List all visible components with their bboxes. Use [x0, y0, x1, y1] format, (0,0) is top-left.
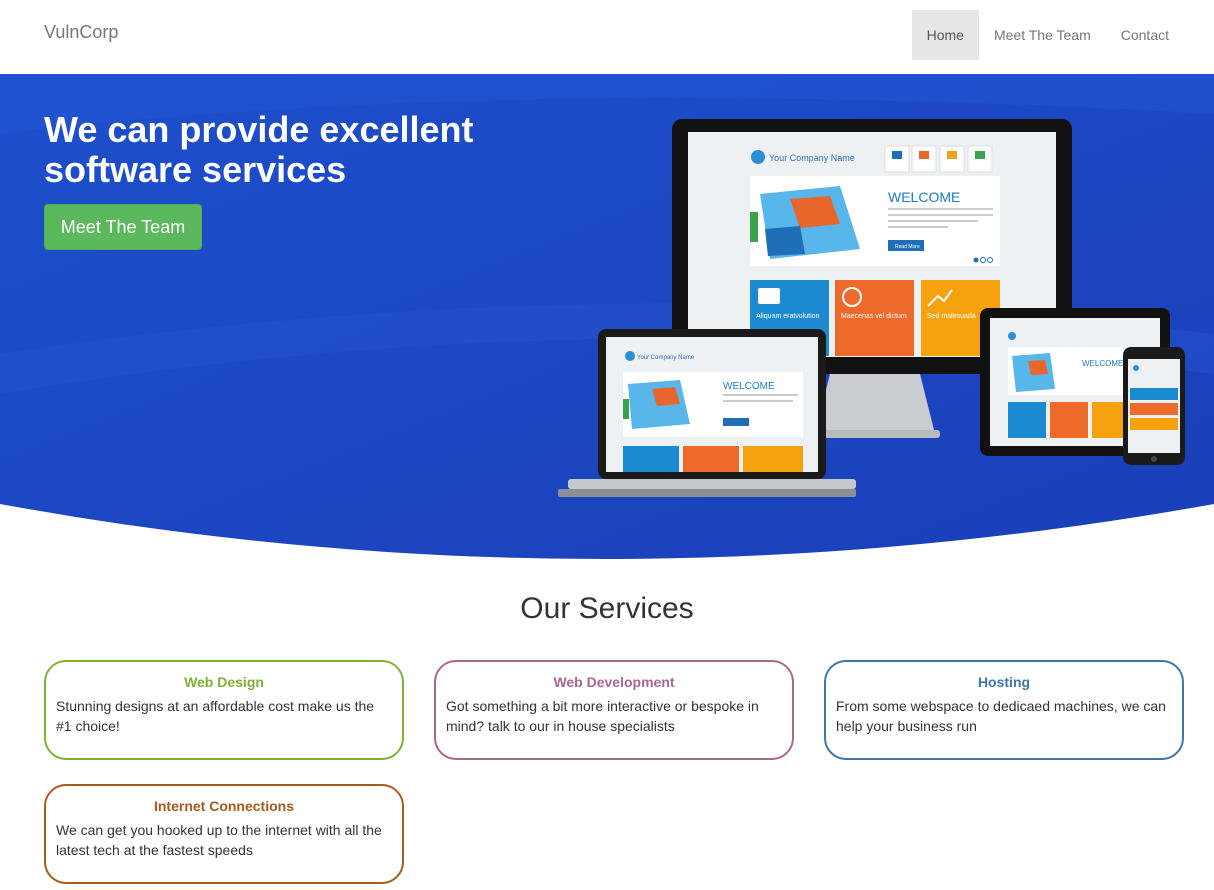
service-card-web-design: Web Design Stunning designs at an afford… [44, 660, 404, 760]
service-title: Web Design [184, 674, 264, 690]
service-card-web-development: Web Development Got something a bit more… [434, 660, 794, 760]
meet-the-team-button[interactable]: Meet The Team [44, 204, 202, 250]
nav-contact[interactable]: Contact [1106, 10, 1184, 60]
services-title: Our Services [520, 592, 694, 625]
company-name-laptop: Your Company Name [637, 355, 695, 361]
service-description: We can get you hooked up to the internet… [56, 822, 382, 858]
welcome-text-large: WELCOME [888, 189, 960, 205]
laptop: Your Company Name WELCOME [558, 329, 856, 497]
navbar: VulnCorp Home Meet The Team Contact [0, 0, 1214, 74]
service-card-hosting: Hosting From some webspace to dedicaed m… [824, 660, 1184, 760]
nav-home[interactable]: Home [911, 10, 979, 60]
devices-illustration: Your Company Name WELCOME Read More Aliq… [558, 119, 1185, 497]
service-description: From some webspace to dedicaed machines,… [836, 698, 1166, 734]
nav-menu: Home Meet The Team Contact [911, 10, 1184, 60]
nav-meet-the-team[interactable]: Meet The Team [979, 10, 1106, 60]
tile-2-title: Maecenas vel dictum [841, 313, 907, 320]
service-title: Hosting [977, 674, 1031, 690]
welcome-text-tablet: WELCOME [1082, 359, 1123, 368]
hero-section: We can provide excellent software servic… [0, 74, 1214, 560]
service-description: Stunning designs at an affordable cost m… [56, 698, 375, 734]
brand-link[interactable]: VulnCorp [44, 22, 118, 43]
tile-1-title: Aliquam eratvolution [756, 313, 820, 320]
service-title: Internet Connections [153, 798, 294, 814]
hero-title: We can provide excellent software servic… [44, 109, 474, 190]
read-more-large: Read More [895, 244, 920, 250]
service-card-internet-connections: Internet Connections We can get you hook… [44, 784, 404, 884]
service-title: Web Development [553, 674, 675, 690]
service-description: Got something a bit more interactive or … [446, 698, 759, 734]
phone [1123, 347, 1185, 465]
company-name-large: Your Company Name [769, 153, 855, 163]
tile-3-title: Sed malesuada [927, 313, 976, 320]
welcome-text-laptop: WELCOME [723, 381, 775, 392]
